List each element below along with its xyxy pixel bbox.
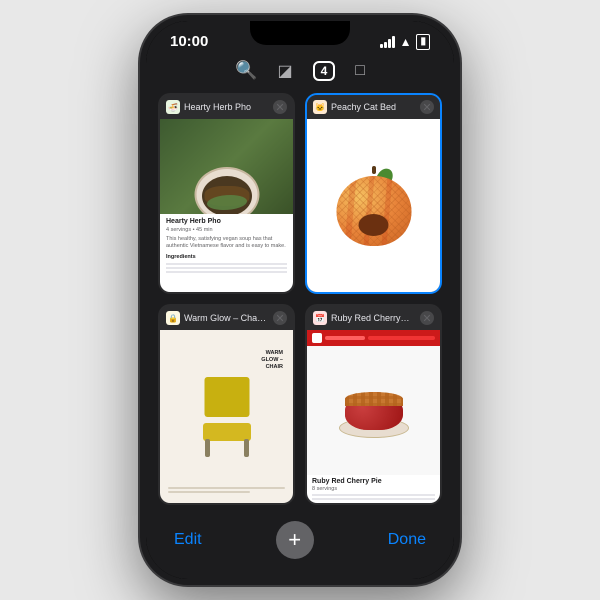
tabs-grid: 🍜 Hearty Herb Pho ✕ <box>146 89 454 513</box>
cherry-header-logo <box>312 333 322 343</box>
cherry-card-title: Ruby Red Cherry Pie <box>312 478 435 485</box>
cherry-header-bar <box>307 330 440 346</box>
phone-frame: 10:00 ▲ ▮ 🔍 ◪ 4 □ <box>140 15 460 585</box>
apple-body <box>336 176 411 246</box>
edit-button[interactable]: Edit <box>174 531 202 549</box>
cat-card-visual <box>307 119 440 292</box>
cherry-text-area: Ruby Red Cherry Pie 8 servings <box>307 475 440 503</box>
tab-favicon-pho: 🍜 <box>166 100 180 114</box>
done-button[interactable]: Done <box>388 531 426 549</box>
signal-bars-icon <box>380 36 395 48</box>
tab-close-cherry[interactable]: ✕ <box>420 311 434 325</box>
apple-hole <box>359 214 389 236</box>
tab-card-ruby-red-cherry[interactable]: 📅 Ruby Red Cherry… ✕ <box>305 304 442 505</box>
tab-favicon-cherry: 📅 <box>313 311 327 325</box>
tab-close-pho[interactable]: ✕ <box>273 100 287 114</box>
chair-leg-left <box>205 439 210 457</box>
chair-card-visual: WARM GLOW – CHAIR <box>160 330 293 503</box>
cherry-header-text <box>325 336 365 340</box>
cat-bed-apple-shape <box>334 166 414 246</box>
cherry-card-visual: Ruby Red Cherry Pie 8 servings <box>307 330 440 503</box>
tab-content-cherry: Ruby Red Cherry Pie 8 servings <box>307 330 440 503</box>
bar2 <box>384 42 387 48</box>
chair-back <box>204 377 249 417</box>
chair-card-title: WARM GLOW – CHAIR <box>253 350 283 371</box>
chair-line1 <box>168 487 285 489</box>
status-icons: ▲ ▮ <box>380 34 430 50</box>
chair-bottom-lines <box>168 487 285 495</box>
tab-count-badge[interactable]: 4 <box>313 61 336 81</box>
bottom-bar: Edit + Done <box>146 513 454 579</box>
cherry-pie-container <box>339 383 409 438</box>
tab-favicon-cat: 🐱 <box>313 100 327 114</box>
pho-card-title: Hearty Herb Pho <box>166 218 287 225</box>
tabs-grid-icon[interactable]: ◪ <box>277 61 292 81</box>
chair-text-overlay: WARM GLOW – CHAIR <box>253 350 283 371</box>
cherry-line2 <box>312 498 435 500</box>
chair-visual-container <box>187 377 267 457</box>
tab-title-pho: Hearty Herb Pho <box>184 102 269 112</box>
tab-close-chair[interactable]: ✕ <box>273 311 287 325</box>
tab-navigation-bar: 🔍 ◪ 4 □ <box>146 54 454 89</box>
tab-card-header-pho: 🍜 Hearty Herb Pho ✕ <box>160 95 293 119</box>
tab-title-cat: Peachy Cat Bed <box>331 102 416 112</box>
tab-title-chair: Warm Glow – Cha… <box>184 313 269 323</box>
cherry-card-subtitle: 8 servings <box>312 486 435 492</box>
search-icon[interactable]: 🔍 <box>235 60 257 81</box>
pho-line2 <box>166 267 287 269</box>
wifi-icon: ▲ <box>400 35 412 49</box>
add-tab-button[interactable]: + <box>276 521 314 559</box>
chair-leg-right <box>244 439 249 457</box>
pho-divider <box>166 263 287 265</box>
notch <box>250 21 350 45</box>
cherry-line1 <box>312 494 435 496</box>
pho-line3 <box>166 271 287 273</box>
chair-seat <box>203 423 251 441</box>
pho-card-visual: Hearty Herb Pho 4 servings • 45 min This… <box>160 119 293 292</box>
cherry-header-bar2 <box>368 336 435 340</box>
pho-text-area: Hearty Herb Pho 4 servings • 45 min This… <box>160 214 293 292</box>
bar3 <box>388 39 391 48</box>
bar4 <box>392 36 395 48</box>
chair-line2 <box>168 491 250 493</box>
pho-card-subtitle: 4 servings • 45 min <box>166 227 287 234</box>
pho-card-description: This healthy, satisfying vegan soup has … <box>166 236 287 250</box>
status-time: 10:00 <box>170 33 208 50</box>
tab-favicon-chair: 🔒 <box>166 311 180 325</box>
tab-content-cat <box>307 119 440 292</box>
battery-icon: ▮ <box>416 34 430 50</box>
tab-close-cat[interactable]: ✕ <box>420 100 434 114</box>
tab-content-pho: Hearty Herb Pho 4 servings • 45 min This… <box>160 119 293 292</box>
cherry-pie-body <box>345 392 403 430</box>
tab-card-warm-glow-chair[interactable]: 🔒 Warm Glow – Cha… ✕ <box>158 304 295 505</box>
phone-inner: 10:00 ▲ ▮ 🔍 ◪ 4 □ <box>146 21 454 579</box>
crust-lattice <box>345 392 403 406</box>
tab-card-header-cat: 🐱 Peachy Cat Bed ✕ <box>307 95 440 119</box>
add-tab-icon: + <box>288 529 301 551</box>
apple-stem <box>372 166 376 174</box>
tab-content-chair: WARM GLOW – CHAIR <box>160 330 293 503</box>
tab-title-cherry: Ruby Red Cherry… <box>331 313 416 323</box>
tab-card-hearty-herb-pho[interactable]: 🍜 Hearty Herb Pho ✕ <box>158 93 295 294</box>
tab-card-peachy-cat-bed[interactable]: 🐱 Peachy Cat Bed ✕ <box>305 93 442 294</box>
reader-mode-icon[interactable]: □ <box>355 62 365 80</box>
pho-ingredients-label: Ingredients <box>166 254 287 261</box>
tab-card-header-chair: 🔒 Warm Glow – Cha… ✕ <box>160 306 293 330</box>
pho-image <box>160 119 293 214</box>
phone-screen: 10:00 ▲ ▮ 🔍 ◪ 4 □ <box>146 21 454 579</box>
cherry-image-area <box>307 346 440 475</box>
tab-card-header-cherry: 📅 Ruby Red Cherry… ✕ <box>307 306 440 330</box>
bar1 <box>380 44 383 48</box>
